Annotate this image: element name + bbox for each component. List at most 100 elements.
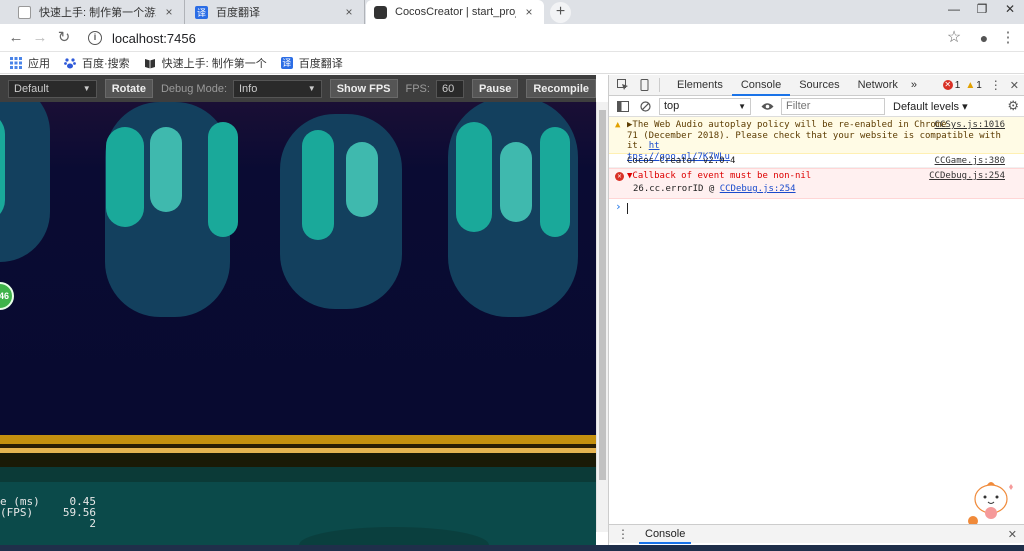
profiler-stats: e (ms) 0.45 (FPS) 59.56 2: [0, 496, 100, 529]
debug-mode-value: Info: [239, 82, 258, 95]
sidebar-toggle-icon[interactable]: [615, 98, 631, 114]
source-link[interactable]: CCDebug.js:254: [929, 171, 1005, 182]
bookmark-star-icon[interactable]: ☆: [944, 28, 964, 48]
console-toolbar: top ▼ Default levels ▾ ⚙: [609, 96, 1024, 117]
close-tab-icon[interactable]: ×: [522, 5, 536, 19]
console-message-warning[interactable]: ▲ ▶The Web Audio autoplay policy will be…: [609, 117, 1024, 162]
address-bar[interactable]: i localhost:7456: [80, 27, 970, 49]
message-line: ▶The Web Audio autoplay policy will be r…: [627, 120, 947, 130]
console-message-log[interactable]: Cocos Creator v2.0.4 CCGame.js:380: [609, 154, 1024, 168]
debug-mode-label: Debug Mode:: [160, 82, 227, 95]
bookmark-quickstart[interactable]: 快速上手: 制作第一个: [144, 55, 267, 71]
close-window-button[interactable]: ✕: [996, 0, 1024, 20]
minimize-button[interactable]: —: [940, 0, 968, 20]
text-cursor: [627, 203, 628, 214]
bookmark-apps[interactable]: 应用: [10, 55, 50, 71]
console-message-error[interactable]: ✕ ▼Callback of event must be non-nil 26.…: [609, 168, 1024, 199]
translate-icon: 译: [195, 5, 208, 19]
chevron-down-icon: ▼: [307, 84, 316, 93]
tab-elements[interactable]: Elements: [668, 75, 732, 96]
prompt-chevron-icon: ›: [615, 200, 622, 213]
chevron-down-icon: ▼: [82, 84, 91, 93]
site-info-icon[interactable]: i: [88, 31, 102, 45]
inspect-element-icon[interactable]: [615, 77, 631, 93]
source-link[interactable]: CCGame.js:380: [935, 156, 1005, 167]
more-tabs-icon[interactable]: »: [907, 75, 921, 96]
stack-link[interactable]: CCDebug.js:254: [720, 184, 796, 194]
url-text[interactable]: localhost:7456: [112, 31, 196, 46]
profile-avatar-icon[interactable]: ●: [974, 28, 994, 48]
device-select[interactable]: Default ▼: [8, 79, 97, 98]
debug-mode-select[interactable]: Info ▼: [233, 79, 322, 98]
log-levels-select[interactable]: Default levels ▾: [893, 100, 968, 113]
browser-menu-icon[interactable]: ⋮: [998, 28, 1018, 48]
drawer-tab-console[interactable]: Console: [639, 525, 692, 544]
scrollbar-thumb[interactable]: [599, 110, 606, 480]
mascot-sticker-icon: [968, 482, 1013, 525]
bookmark-label: 百度·搜索: [82, 57, 130, 70]
ground-stripe: [0, 435, 596, 444]
devtools-panel: Elements Console Sources Network » ✕ 1 ▲…: [608, 75, 1024, 551]
tab-baidu-translate[interactable]: 译 百度翻译 ×: [187, 0, 365, 24]
console-drawer: ⋮ Console ✕: [609, 524, 1024, 544]
tab-console[interactable]: Console: [731, 75, 791, 96]
error-icon: ✕: [615, 172, 624, 181]
restore-button[interactable]: ❐: [968, 0, 996, 20]
clear-console-icon[interactable]: [637, 98, 653, 114]
tab-network[interactable]: Network: [849, 75, 907, 96]
recompile-button[interactable]: Recompile: [526, 79, 596, 98]
devtools-tabs: Elements Console Sources Network » ✕ 1 ▲…: [609, 75, 1024, 96]
book-icon: [144, 57, 156, 69]
bookmark-label: 快速上手: 制作第一个: [161, 57, 267, 70]
console-prompt[interactable]: ›: [609, 200, 1024, 216]
error-count[interactable]: 1: [955, 80, 961, 91]
browser-toolbar: ← → ↻ i localhost:7456 ☆ ● ⋮: [0, 24, 1024, 52]
preview-scrollbar[interactable]: [596, 102, 608, 532]
device-toggle-icon[interactable]: [637, 77, 653, 93]
close-tab-icon[interactable]: ×: [342, 5, 356, 19]
reload-button[interactable]: ↻: [54, 28, 74, 48]
tab-title: CocosCreator | start_project: [395, 6, 516, 18]
warning-count[interactable]: 1: [976, 80, 982, 91]
back-button[interactable]: ←: [6, 28, 26, 48]
close-devtools-icon[interactable]: ✕: [1010, 79, 1019, 92]
pause-button[interactable]: Pause: [471, 79, 519, 98]
context-value: top: [664, 100, 680, 112]
baidu-paw-icon: [64, 57, 76, 69]
stat-value: 2: [89, 517, 96, 530]
eye-icon[interactable]: [759, 98, 775, 114]
fps-input[interactable]: 60: [435, 79, 464, 98]
tab-cocos-creator[interactable]: CocosCreator | start_project ×: [366, 0, 544, 24]
chevron-down-icon: ▼: [738, 101, 746, 111]
close-drawer-icon[interactable]: ✕: [1008, 528, 1017, 541]
tab-gitbook[interactable]: 快速上手: 制作第一个游戏 · GitB ×: [10, 0, 185, 24]
warning-icon: ▲: [615, 120, 621, 130]
context-select[interactable]: top ▼: [659, 97, 751, 115]
bookmark-baidu-translate[interactable]: 译 百度翻译: [280, 55, 343, 71]
bookmark-label: 百度翻译: [298, 57, 343, 70]
close-tab-icon[interactable]: ×: [162, 5, 176, 19]
forward-button[interactable]: →: [30, 28, 50, 48]
drawer-menu-icon[interactable]: ⋮: [617, 527, 629, 541]
device-value: Default: [14, 82, 49, 95]
source-link[interactable]: CCSys.js:1016: [935, 120, 1005, 131]
filter-input[interactable]: [781, 97, 885, 115]
settings-gear-icon[interactable]: ⚙: [1007, 98, 1019, 114]
new-tab-button[interactable]: +: [550, 2, 571, 23]
message-text: Cocos Creator v2.0.4: [627, 156, 736, 166]
bookmark-baidu-search[interactable]: 百度·搜索: [64, 55, 130, 71]
rotate-button[interactable]: Rotate: [104, 79, 153, 98]
translate-icon: 译: [280, 56, 293, 69]
game-preview: Default ▼ Rotate Debug Mode: Info ▼ Show…: [0, 75, 596, 551]
devtools-menu-icon[interactable]: ⋮: [990, 78, 1002, 92]
cocos-logo-icon: [374, 5, 387, 19]
stack-frame: 26.cc.errorID @ CCDebug.js:254: [633, 184, 796, 195]
bookmarks-bar: 应用 百度·搜索 快速上手: 制作第一个 译 百度翻译: [0, 52, 1024, 74]
document-icon: [18, 5, 31, 19]
show-fps-button[interactable]: Show FPS: [329, 79, 398, 98]
os-taskbar: [0, 545, 1024, 551]
message-line: 71 (December 2018). Please check that yo…: [627, 130, 1001, 152]
tab-sources[interactable]: Sources: [790, 75, 848, 96]
game-scene: [0, 102, 596, 551]
message-link[interactable]: ht: [649, 141, 660, 151]
